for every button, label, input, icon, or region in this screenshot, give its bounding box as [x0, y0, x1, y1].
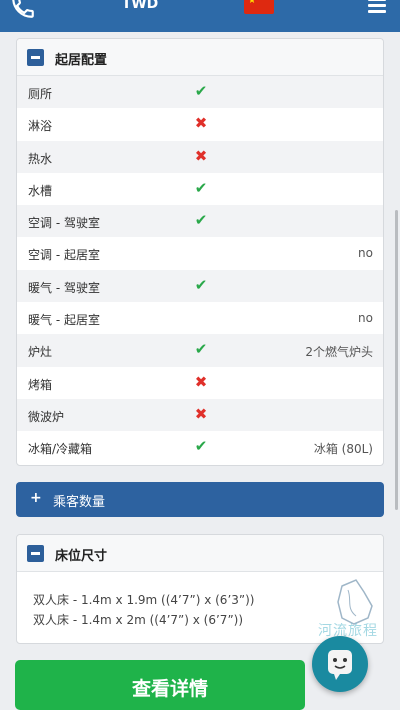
check-icon: ✔	[194, 437, 208, 456]
amenity-label: 暖气 - 驾驶室	[28, 280, 100, 295]
cross-icon: ✖	[194, 114, 208, 133]
cross-icon: ✖	[194, 146, 208, 165]
amenity-label: 暖气 - 起居室	[28, 313, 100, 328]
amenity-note: no	[358, 311, 373, 326]
amenity-label: 热水	[28, 151, 53, 166]
expand-icon[interactable]: +	[30, 490, 42, 506]
bed-size-line: 双人床 - 1.4m x 1.9m ((4’7”) x (6’3”))	[33, 593, 255, 607]
amenity-label: 空调 - 起居室	[28, 248, 100, 263]
amenity-label: 空调 - 驾驶室	[28, 216, 100, 231]
chat-mascot-icon	[328, 650, 352, 680]
amenities-header[interactable]: 起居配置	[17, 39, 383, 76]
amenity-row: 暖气 - 起居室 no	[17, 302, 383, 334]
amenity-row: 厕所 ✔	[17, 76, 383, 109]
check-icon: ✔	[194, 275, 208, 294]
amenity-label: 厕所	[28, 87, 53, 101]
amenity-row: 暖气 - 驾驶室 ✔	[17, 269, 383, 303]
amenity-row: 淋浴 ✖	[17, 108, 383, 140]
cross-icon: ✖	[194, 404, 208, 423]
amenity-label: 炉灶	[28, 345, 53, 360]
amenity-note: 2个燃气炉头	[305, 345, 373, 360]
amenity-row: 空调 - 起居室 no	[17, 237, 383, 269]
collapse-icon[interactable]	[27, 545, 44, 562]
collapse-icon[interactable]	[27, 49, 44, 66]
amenity-row: 热水 ✖	[17, 140, 383, 173]
amenity-note: no	[358, 246, 373, 261]
cross-icon: ✖	[194, 372, 208, 391]
bed-size-title: 床位尺寸	[55, 549, 108, 564]
amenity-note: 冰箱 (80L)	[313, 442, 373, 457]
passenger-count-label: 乘客数量	[53, 495, 106, 510]
amenity-row: 水槽 ✔	[17, 173, 383, 205]
top-bar: TWD ★	[0, 0, 400, 32]
amenity-label: 淋浴	[28, 119, 53, 134]
amenity-label: 烤箱	[28, 377, 53, 392]
amenity-label: 冰箱/冷藏箱	[28, 442, 93, 457]
check-icon: ✔	[194, 82, 208, 100]
check-icon: ✔	[194, 211, 208, 230]
hamburger-menu-icon[interactable]	[368, 0, 386, 13]
amenity-row: 烤箱 ✖	[17, 367, 383, 399]
amenity-row: 微波炉 ✖	[17, 398, 383, 432]
chat-button[interactable]	[312, 636, 368, 692]
page-title: TWD	[121, 0, 159, 12]
check-icon: ✔	[194, 340, 208, 359]
china-flag-icon[interactable]: ★	[244, 0, 274, 14]
amenity-label: 微波炉	[28, 409, 65, 424]
check-icon: ✔	[194, 178, 208, 197]
passenger-count-section[interactable]: + 乘客数量	[16, 482, 384, 517]
amenities-list: 厕所 ✔ 淋浴 ✖ 热水 ✖ 水槽 ✔ 空调 - 驾驶室 ✔ 空调 - 起居室 no 暖气 - 驾驶室 ✔…	[17, 76, 383, 464]
amenity-row: 冰箱/冷藏箱 ✔ 冰箱 (80L)	[17, 431, 383, 463]
amenity-row: 空调 - 驾驶室 ✔	[17, 205, 383, 238]
amenities-panel: 起居配置 厕所 ✔ 淋浴 ✖ 热水 ✖ 水槽 ✔ 空调 - 驾驶室 ✔ 空调 - 起居室 no 暖气 -…	[16, 38, 384, 466]
bed-size-header[interactable]: 床位尺寸	[17, 535, 383, 572]
bed-size-line: 双人床 - 1.4m x 2m ((4’7”) x (6’7”))	[33, 613, 244, 627]
scrollbar[interactable]	[395, 210, 398, 510]
view-details-label[interactable]: 查看详情	[0, 674, 340, 701]
amenity-label: 水槽	[28, 183, 53, 198]
amenity-row: 炉灶 ✔ 2个燃气炉头	[17, 334, 383, 367]
amenities-title: 起居配置	[55, 53, 108, 68]
